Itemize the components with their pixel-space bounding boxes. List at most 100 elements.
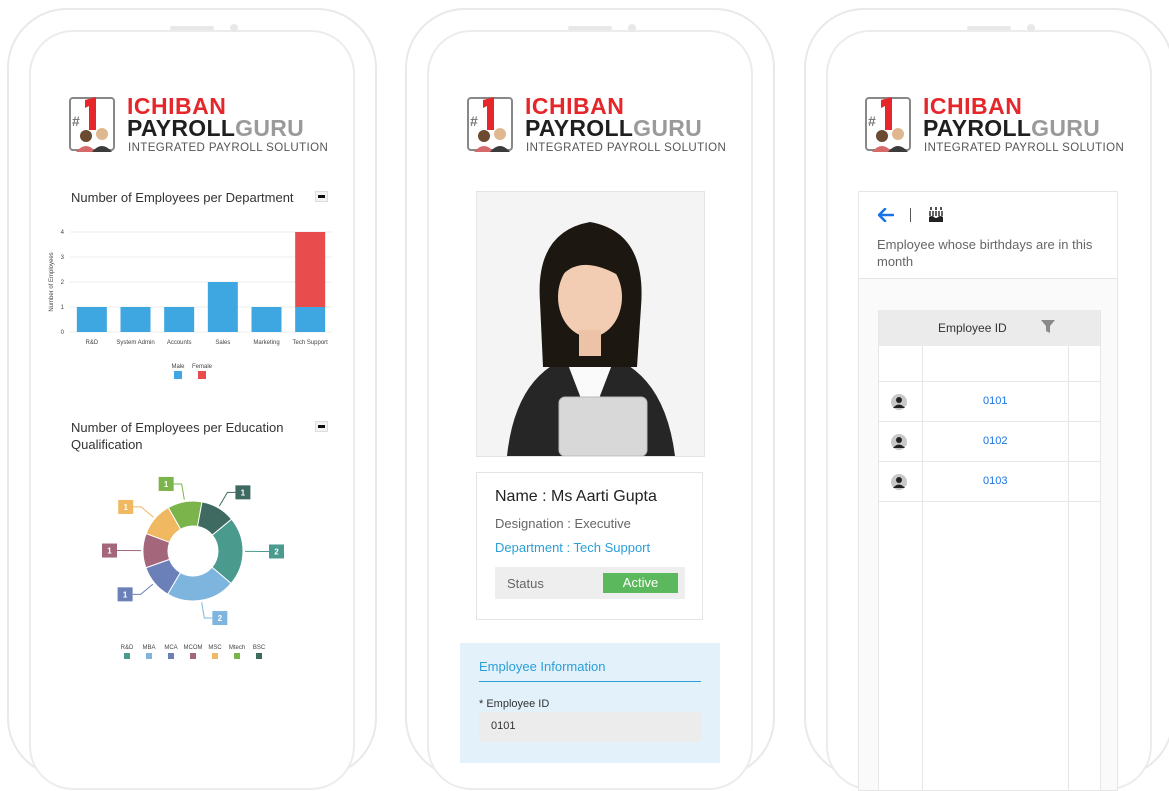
employee-info-section: Employee Information * Employee ID 0101: [460, 643, 720, 763]
speaker-slot: [170, 26, 214, 30]
data-label: 2: [274, 547, 279, 556]
bar-female: [295, 232, 325, 307]
status-label: Status: [507, 576, 544, 591]
employee-department-link[interactable]: Department : Tech Support: [495, 540, 650, 555]
legend-label: MBA: [142, 645, 155, 651]
legend-swatch: [146, 653, 152, 659]
brand-guru: GURU: [633, 115, 702, 141]
legend-label: MSC: [208, 645, 222, 651]
bar-male: [121, 307, 151, 332]
camera-dot: [230, 24, 238, 32]
legend-label: BSC: [253, 645, 266, 651]
employee-id-link[interactable]: 0103: [983, 475, 1007, 487]
edu-donut-chart: 2211111R&DMBAMCAMCOMMSCMtechBSC: [90, 468, 300, 668]
legend-swatch: [174, 371, 182, 379]
x-tick-label: System Admin: [116, 340, 154, 346]
birthday-cake-icon: [928, 206, 944, 223]
y-tick-label: 2: [61, 280, 65, 286]
legend-label: Female: [192, 364, 213, 370]
employee-photo: [476, 191, 705, 457]
employee-card: Name : Ms Aarti Gupta Designation : Exec…: [476, 472, 703, 620]
user-avatar-icon: [891, 394, 907, 410]
brand-line2: PAYROLLGURU: [127, 115, 304, 142]
brand-payroll: PAYROLL: [525, 115, 633, 141]
filter-row[interactable]: [879, 346, 1100, 382]
birthday-panel: Employee whose birthdays are in this mon…: [858, 191, 1118, 791]
status-badge: Active: [603, 573, 678, 593]
brand-tagline: INTEGRATED PAYROLL SOLUTION: [526, 142, 726, 154]
speaker-slot: [967, 26, 1011, 30]
employee-designation: Designation : Executive: [495, 516, 631, 531]
y-tick-label: 3: [61, 255, 65, 261]
brand-emblem: #: [467, 96, 519, 154]
brand-guru: GURU: [1031, 115, 1100, 141]
employee-id-label: * Employee ID: [479, 698, 549, 710]
legend-swatch: [234, 653, 240, 659]
brand-payroll: PAYROLL: [923, 115, 1031, 141]
x-tick-label: Sales: [215, 340, 230, 346]
dept-chart-title: Number of Employees per Department: [71, 189, 294, 206]
bar-male: [77, 307, 107, 332]
column-header-employee-id[interactable]: Employee ID: [938, 321, 1007, 335]
employee-photo-illustration: [477, 192, 704, 456]
table-row[interactable]: 0102: [879, 422, 1100, 462]
dept-chart-menu-icon[interactable]: [315, 191, 328, 202]
speaker-slot: [568, 26, 612, 30]
data-label-leader: [202, 602, 213, 618]
y-axis-label: Number of Employees: [49, 252, 55, 311]
info-heading: Employee Information: [479, 659, 605, 674]
legend-swatch: [124, 653, 130, 659]
employee-name: Name : Ms Aarti Gupta: [495, 488, 657, 506]
header-divider: [910, 208, 911, 222]
brand-tagline: INTEGRATED PAYROLL SOLUTION: [128, 142, 328, 154]
data-label-leader: [219, 492, 235, 506]
data-label: 1: [241, 488, 246, 497]
brand-line2: PAYROLLGURU: [525, 115, 702, 142]
dept-bar-chart: 01234Number of EmployeesR&DSystem AdminA…: [45, 222, 340, 382]
y-tick-label: 4: [61, 230, 65, 236]
birthday-subtitle: Employee whose birthdays are in this mon…: [877, 236, 1102, 270]
data-label: 1: [123, 590, 128, 599]
brand-logo: # ICHIBAN PAYROLLGURU INTEGRATED PAYROLL…: [467, 96, 727, 158]
table-row[interactable]: 0101: [879, 382, 1100, 422]
data-label-leader: [133, 507, 153, 517]
filter-icon[interactable]: [1041, 320, 1055, 334]
birthday-table: Employee ID 0101 0102 0103: [878, 310, 1101, 790]
brand-logo: # ICHIBAN PAYROLLGURU INTEGRATED PAYROLL…: [69, 96, 329, 158]
legend-swatch: [168, 653, 174, 659]
user-avatar-icon: [891, 434, 907, 450]
table-header: Employee ID: [879, 310, 1100, 346]
info-heading-underline: [479, 681, 701, 682]
bar-male: [164, 307, 194, 332]
brand-tagline: INTEGRATED PAYROLL SOLUTION: [924, 142, 1124, 154]
brand-emblem: #: [69, 96, 121, 154]
employee-id-field[interactable]: 0101: [479, 712, 701, 742]
legend-label: Male: [171, 364, 185, 370]
edu-chart-menu-icon[interactable]: [315, 421, 328, 432]
data-label-leader: [133, 584, 153, 594]
camera-dot: [1027, 24, 1035, 32]
employee-id-link[interactable]: 0102: [983, 435, 1007, 447]
edu-chart-title: Number of Employees per Education Qualif…: [71, 419, 296, 453]
bar-male: [252, 307, 282, 332]
table-row[interactable]: 0103: [879, 462, 1100, 502]
bar-male: [208, 282, 238, 332]
x-tick-label: Marketing: [253, 340, 279, 346]
column-divider: [922, 346, 923, 790]
brand-logo: # ICHIBAN PAYROLLGURU INTEGRATED PAYROLL…: [865, 96, 1125, 158]
y-tick-label: 0: [61, 330, 65, 336]
column-divider: [1068, 346, 1069, 790]
legend-swatch: [256, 653, 262, 659]
status-row: Status Active: [495, 567, 685, 599]
svg-text:#: #: [868, 113, 876, 129]
legend-label: Mtech: [229, 645, 245, 651]
svg-text:#: #: [470, 113, 478, 129]
employee-id-link[interactable]: 0101: [983, 395, 1007, 407]
svg-text:#: #: [72, 113, 80, 129]
legend-label: MCOM: [184, 645, 203, 651]
birthday-header: Employee whose birthdays are in this mon…: [859, 192, 1117, 279]
arrow-left-icon[interactable]: [878, 208, 894, 222]
brand-guru: GURU: [235, 115, 304, 141]
user-avatar-icon: [891, 474, 907, 490]
legend-swatch: [190, 653, 196, 659]
